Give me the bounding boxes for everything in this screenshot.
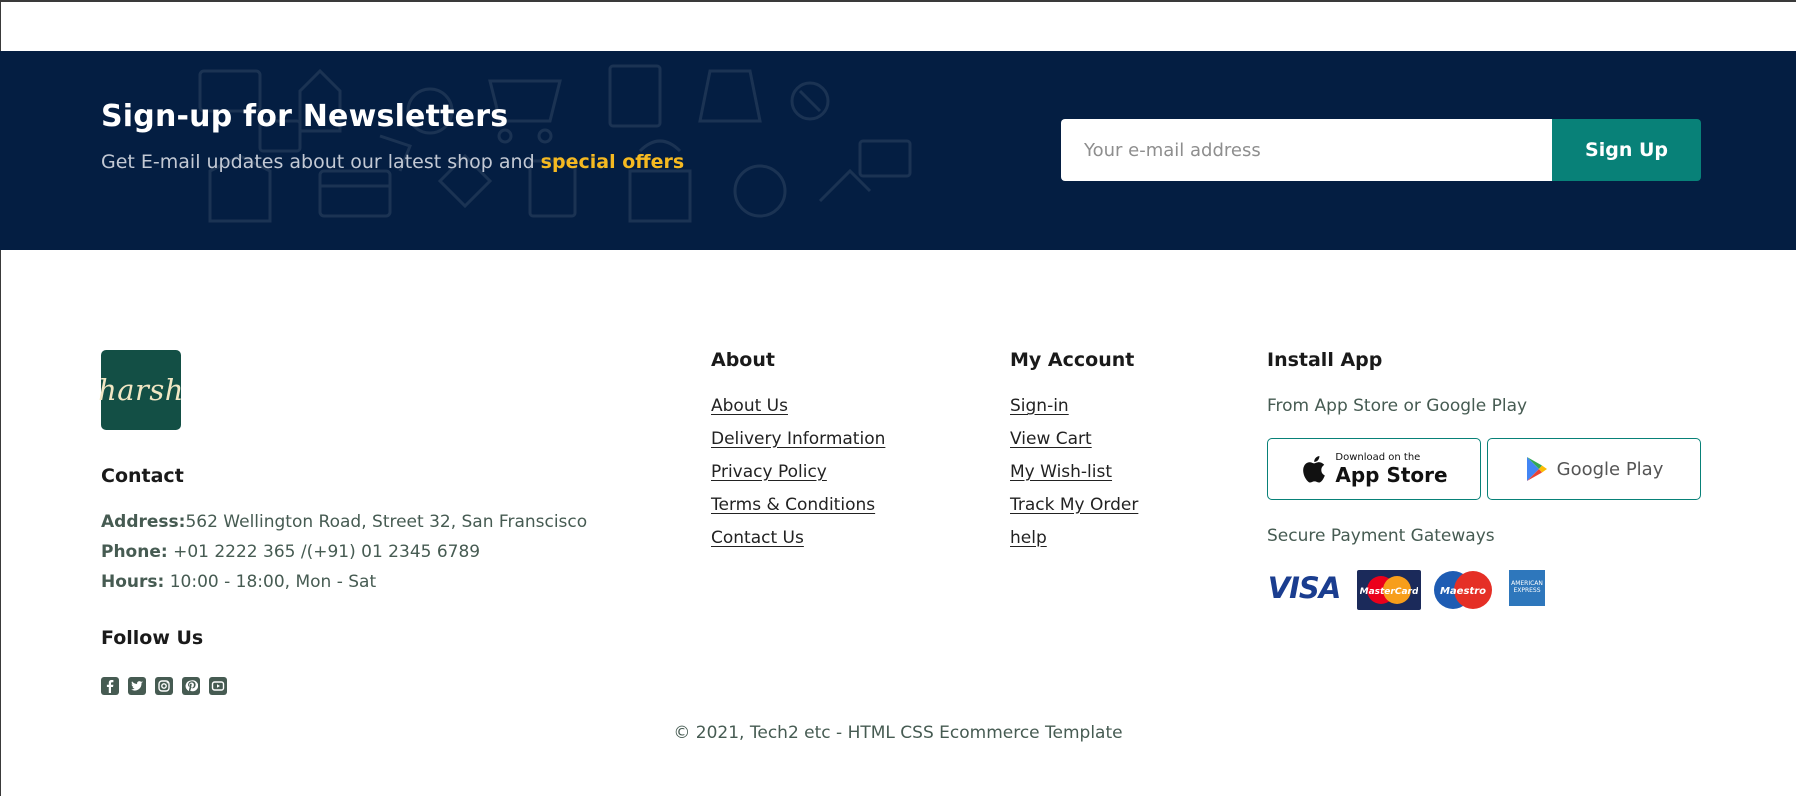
amex-logo: AMERICAN EXPRESS (1509, 570, 1545, 606)
top-divider (0, 0, 1796, 2)
google-play-icon (1526, 457, 1547, 481)
amex-text: AMERICAN EXPRESS (1511, 580, 1543, 594)
account-links: Sign-in View Cart My Wish-list Track My … (1010, 395, 1138, 549)
account-link-track-order[interactable]: Track My Order (1010, 494, 1138, 516)
youtube-icon[interactable] (209, 677, 227, 695)
maestro-logo: Maestro (1431, 570, 1495, 610)
apple-icon (1303, 456, 1326, 483)
google-play-label: Google Play (1556, 458, 1664, 480)
newsletter-form: Sign Up (1061, 119, 1701, 181)
app-store-label: App Store (1335, 463, 1448, 487)
google-play-badge: Google Play (1525, 456, 1664, 482)
brand-logo[interactable]: harsh (98, 350, 184, 430)
instagram-icon[interactable] (155, 677, 173, 695)
twitter-icon[interactable] (128, 677, 146, 695)
contact-phone: Phone: +01 2222 365 /(+91) 01 2345 6789 (101, 542, 480, 562)
address-value: 562 Wellington Road, Street 32, San Fran… (185, 512, 588, 532)
about-link-about-us[interactable]: About Us (711, 395, 885, 417)
follow-heading: Follow Us (101, 627, 204, 649)
copyright-text: © 2021, Tech2 etc - HTML CSS Ecommerce T… (673, 723, 1123, 743)
payment-heading: Secure Payment Gateways (1267, 526, 1495, 546)
newsletter-subtitle: Get E-mail updates about our latest shop… (101, 151, 684, 173)
mastercard-logo: MasterCard (1357, 570, 1421, 610)
account-heading: My Account (1010, 349, 1135, 371)
phone-label: Phone: (101, 542, 168, 562)
email-input[interactable] (1061, 119, 1552, 181)
special-offers-highlight: special offers (540, 151, 685, 173)
address-label: Address: (101, 512, 186, 532)
maestro-circles-icon: Maestro (1434, 571, 1492, 609)
account-link-view-cart[interactable]: View Cart (1010, 428, 1138, 450)
app-store-badge: Download on the App Store (1300, 452, 1448, 487)
about-links: About Us Delivery Information Privacy Po… (711, 395, 885, 549)
hours-value: 10:00 - 18:00, Mon - Sat (164, 572, 377, 592)
logo-text: harsh (98, 373, 184, 407)
newsletter-subtitle-text: Get E-mail updates about our latest shop… (101, 151, 541, 173)
social-links (101, 677, 227, 695)
install-subtitle: From App Store or Google Play (1267, 396, 1528, 416)
install-heading: Install App (1267, 349, 1383, 371)
phone-value: +01 2222 365 /(+91) 01 2345 6789 (167, 542, 481, 562)
mastercard-text: MasterCard (1360, 587, 1418, 597)
account-link-sign-in[interactable]: Sign-in (1010, 395, 1138, 417)
contact-hours: Hours: 10:00 - 18:00, Mon - Sat (101, 572, 376, 592)
sign-up-button[interactable]: Sign Up (1552, 119, 1701, 181)
newsletter-section: Sign-up for Newsletters Get E-mail updat… (0, 51, 1796, 250)
contact-heading: Contact (101, 465, 184, 487)
app-store-text: Download on the App Store (1335, 452, 1448, 487)
about-link-terms-conditions[interactable]: Terms & Conditions (711, 494, 885, 516)
app-store-button[interactable]: Download on the App Store (1267, 438, 1481, 500)
maestro-text: Maestro (1440, 586, 1486, 597)
newsletter-title: Sign-up for Newsletters (101, 99, 509, 134)
hours-label: Hours: (101, 572, 165, 592)
contact-address: Address:562 Wellington Road, Street 32, … (101, 512, 587, 532)
mastercard-circles-icon: MasterCard (1360, 576, 1418, 604)
about-link-contact-us[interactable]: Contact Us (711, 527, 885, 549)
google-play-button[interactable]: Google Play (1487, 438, 1701, 500)
account-link-wish-list[interactable]: My Wish-list (1010, 461, 1138, 483)
about-heading: About (711, 349, 775, 371)
facebook-icon[interactable] (101, 677, 119, 695)
pinterest-icon[interactable] (182, 677, 200, 695)
about-link-privacy-policy[interactable]: Privacy Policy (711, 461, 885, 483)
app-store-small-label: Download on the (1335, 452, 1421, 463)
visa-logo: VISA (1267, 571, 1342, 605)
about-link-delivery-information[interactable]: Delivery Information (711, 428, 885, 450)
account-link-help[interactable]: help (1010, 527, 1138, 549)
